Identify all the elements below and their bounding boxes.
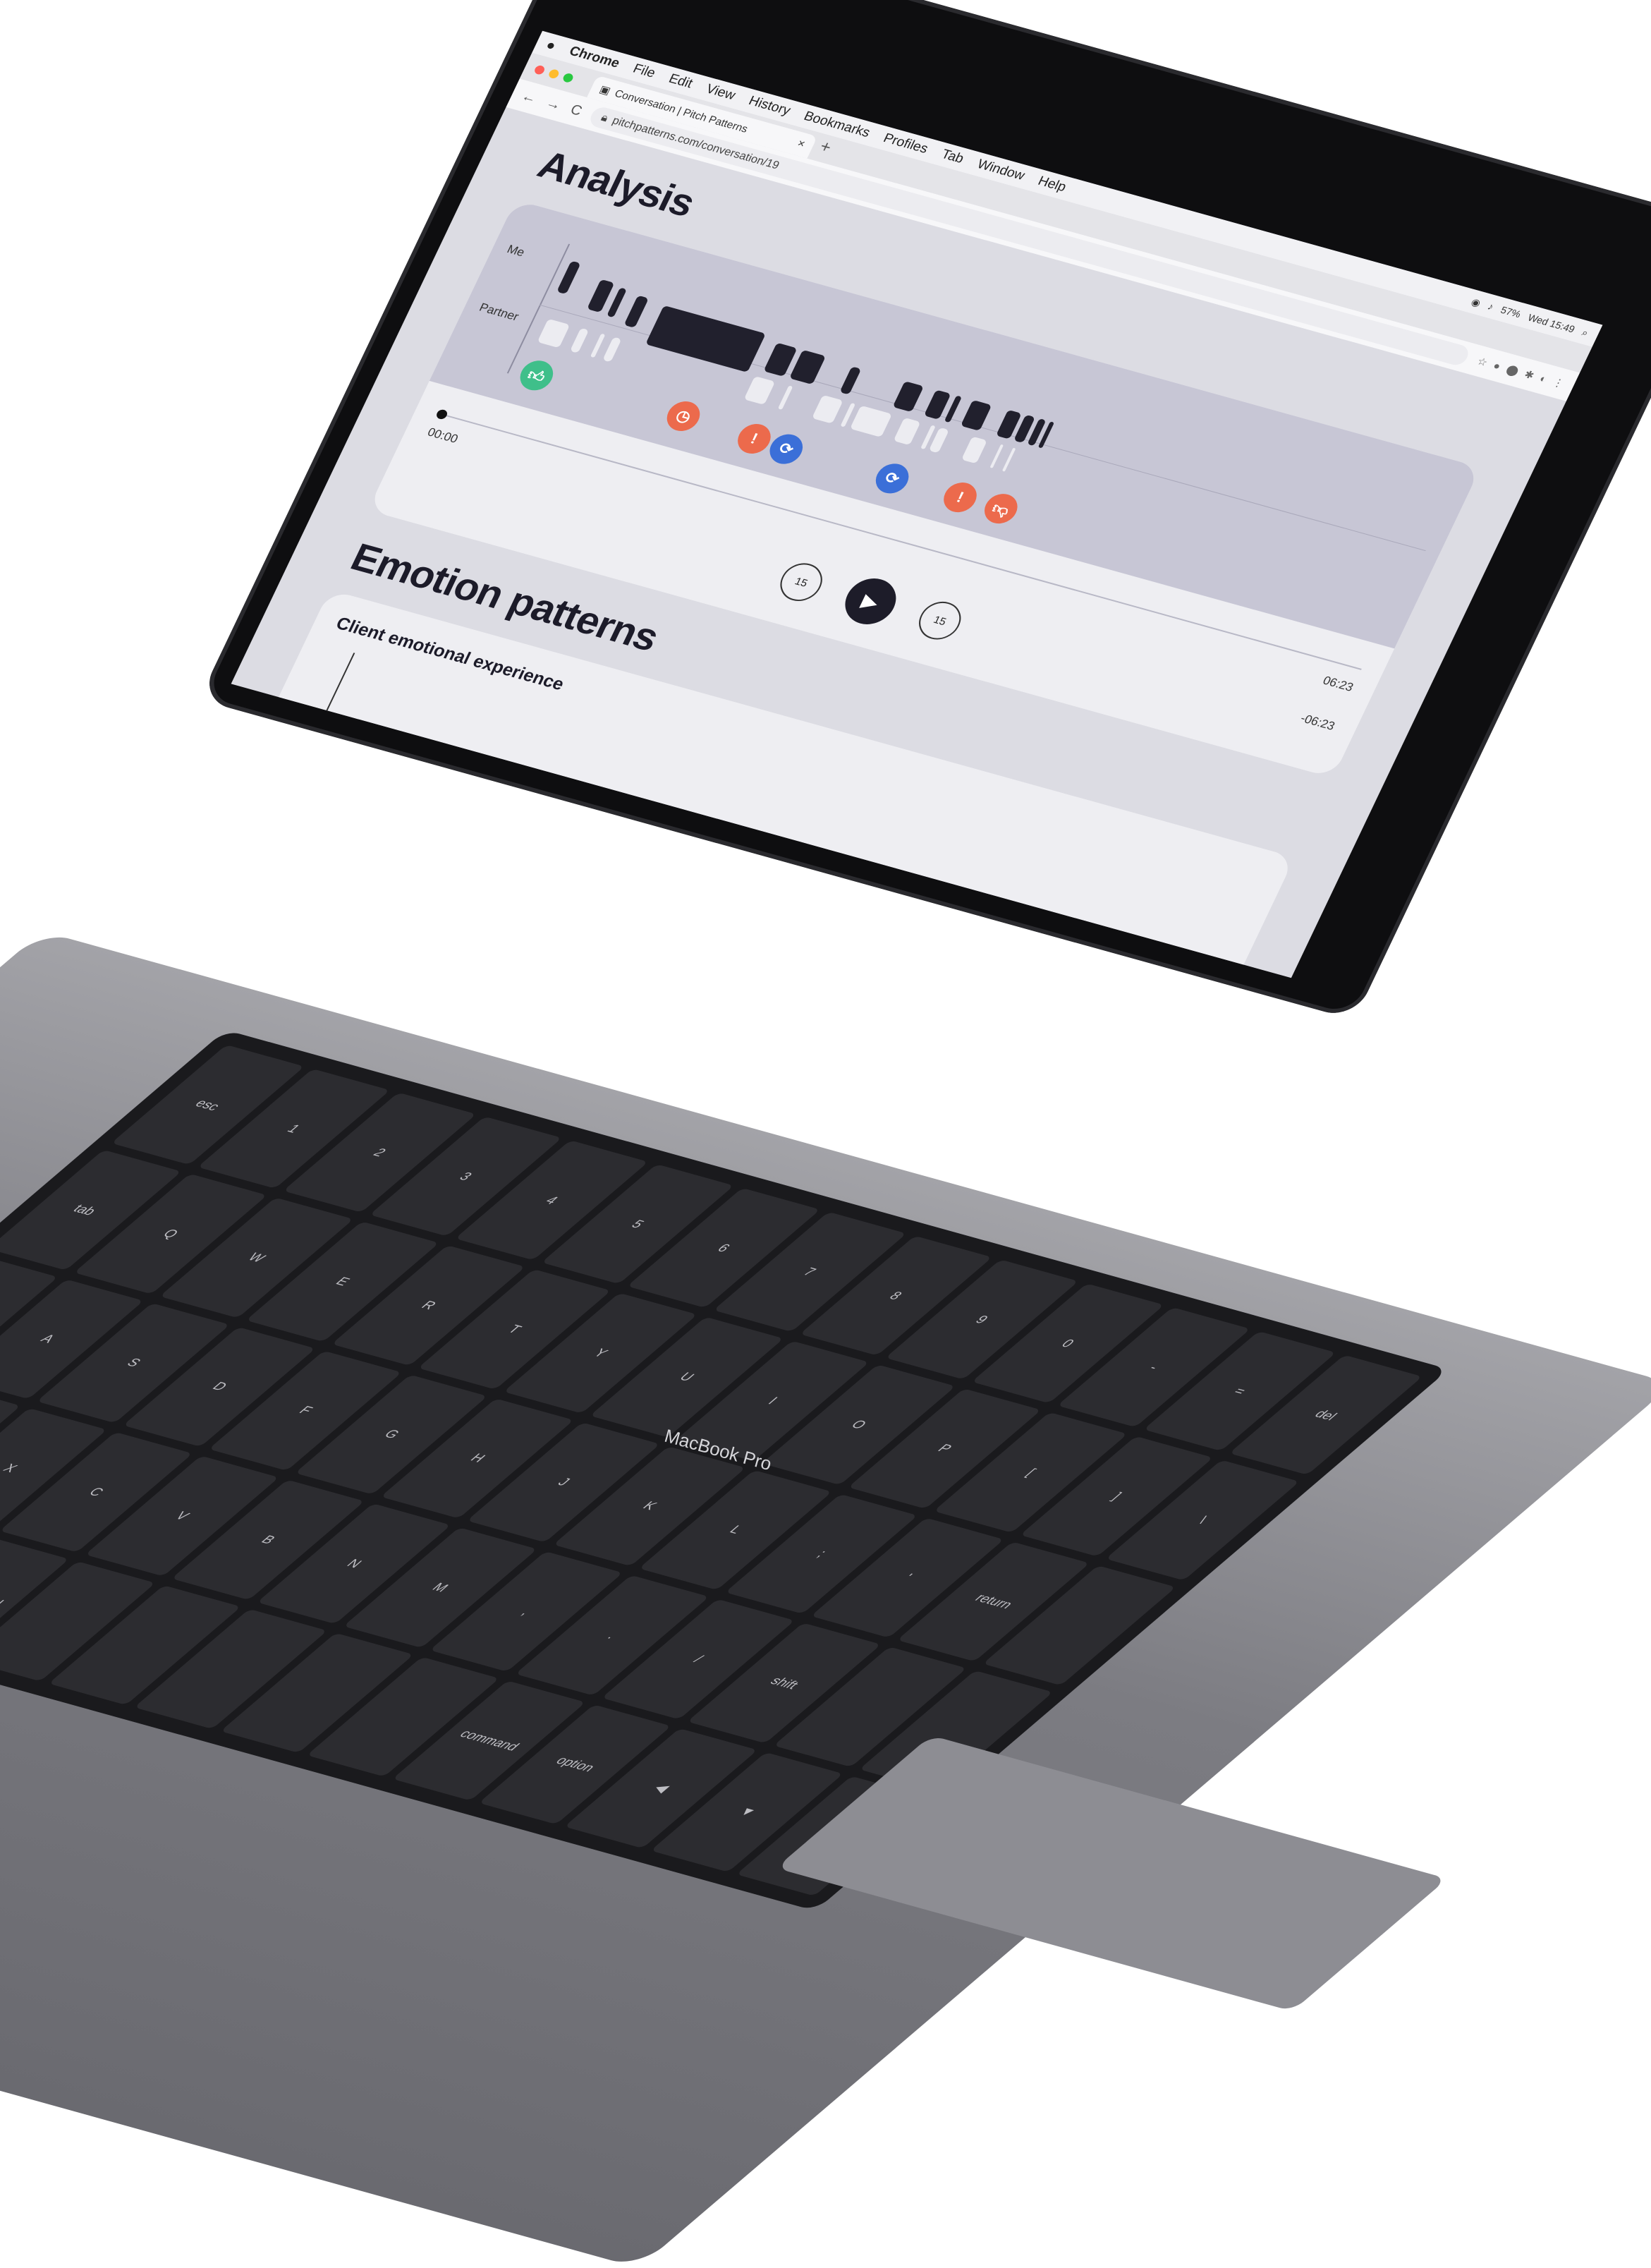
speech-bar-partner[interactable] bbox=[989, 444, 1004, 468]
menu-help[interactable]: Help bbox=[1035, 174, 1068, 195]
time-end: 06:23 bbox=[1320, 674, 1356, 694]
menu-edit[interactable]: Edit bbox=[666, 71, 695, 92]
speech-bar-partner[interactable] bbox=[1001, 447, 1016, 472]
clock-icon[interactable]: ◷ bbox=[662, 397, 705, 435]
battery-percent[interactable]: 57% bbox=[1499, 304, 1523, 320]
profile-avatar[interactable]: ◐ bbox=[1537, 372, 1549, 385]
row-label-partner: Partner bbox=[477, 301, 521, 324]
laptop: esc1234567890-=deltabQWERTYUIOP[]\capsAS… bbox=[0, 0, 1651, 2268]
time-start: 00:00 bbox=[425, 425, 461, 446]
search-icon[interactable]: ⌕ bbox=[1580, 327, 1591, 339]
back-button[interactable]: ← bbox=[519, 88, 540, 107]
speech-bar-me[interactable] bbox=[645, 305, 766, 372]
row-label-me: Me bbox=[504, 242, 528, 260]
speech-bar-partner[interactable] bbox=[849, 405, 893, 437]
play-icon: ▶ bbox=[858, 589, 883, 614]
speech-bar-me[interactable] bbox=[892, 381, 925, 413]
playhead[interactable] bbox=[434, 408, 449, 420]
speech-bar-partner[interactable] bbox=[743, 376, 776, 406]
volume-icon[interactable]: ♪ bbox=[1486, 301, 1496, 313]
speech-bar-partner[interactable] bbox=[590, 333, 606, 358]
minimize-window-button[interactable] bbox=[547, 68, 561, 79]
speech-bar-me[interactable] bbox=[789, 349, 827, 385]
skip-back-label: 15 bbox=[793, 575, 810, 590]
wifi-icon[interactable]: ◉ bbox=[1469, 296, 1483, 309]
zoom-window-button[interactable] bbox=[561, 72, 575, 83]
speech-bar-me[interactable] bbox=[623, 295, 649, 328]
skip-forward-button[interactable]: 15 bbox=[912, 597, 968, 644]
speech-bar-partner[interactable] bbox=[537, 318, 571, 348]
warning-icon[interactable]: ! bbox=[938, 479, 982, 516]
new-tab-button[interactable]: + bbox=[814, 137, 834, 163]
favicon-icon: ▣ bbox=[597, 83, 613, 97]
speech-bar-me[interactable] bbox=[960, 399, 992, 431]
timeline-axis bbox=[506, 243, 571, 374]
speech-bar-partner[interactable] bbox=[812, 394, 843, 424]
sync-icon[interactable]: ⟳ bbox=[870, 460, 914, 497]
speech-bar-partner[interactable] bbox=[777, 385, 793, 410]
speech-bar-partner[interactable] bbox=[961, 436, 987, 464]
lock-icon: 🔒︎ bbox=[599, 111, 611, 125]
speech-bar-me[interactable] bbox=[839, 366, 862, 395]
speech-bar-partner[interactable] bbox=[893, 417, 921, 446]
more-menu-icon[interactable]: ⋮ bbox=[1551, 376, 1566, 391]
apple-icon[interactable]: ● bbox=[543, 37, 559, 54]
puzzle-icon[interactable]: ✱ bbox=[1522, 368, 1536, 382]
speech-bar-partner[interactable] bbox=[569, 327, 590, 353]
speech-bar-me[interactable] bbox=[556, 260, 581, 295]
skip-back-button[interactable]: 15 bbox=[773, 559, 829, 606]
thumbs-down-icon[interactable]: 👎︎ bbox=[979, 490, 1023, 528]
extension-icon[interactable]: ● bbox=[1491, 360, 1502, 372]
menu-tab[interactable]: Tab bbox=[939, 147, 966, 166]
thumbs-up-icon[interactable]: 👍︎ bbox=[515, 357, 559, 394]
skip-forward-label: 15 bbox=[931, 613, 949, 628]
menu-file[interactable]: File bbox=[630, 61, 658, 81]
close-tab-icon[interactable]: × bbox=[795, 138, 807, 151]
speech-bar-partner[interactable] bbox=[602, 336, 622, 363]
reload-button[interactable]: C bbox=[568, 102, 585, 119]
menu-view[interactable]: View bbox=[703, 82, 738, 104]
sync-icon[interactable]: ⟳ bbox=[764, 430, 808, 468]
forward-button[interactable]: → bbox=[543, 95, 564, 114]
extension-icon[interactable]: ⬤ bbox=[1504, 363, 1521, 377]
close-window-button[interactable] bbox=[533, 63, 547, 75]
bookmark-star-icon[interactable]: ☆ bbox=[1475, 355, 1490, 369]
play-button[interactable]: ▶ bbox=[836, 573, 905, 630]
